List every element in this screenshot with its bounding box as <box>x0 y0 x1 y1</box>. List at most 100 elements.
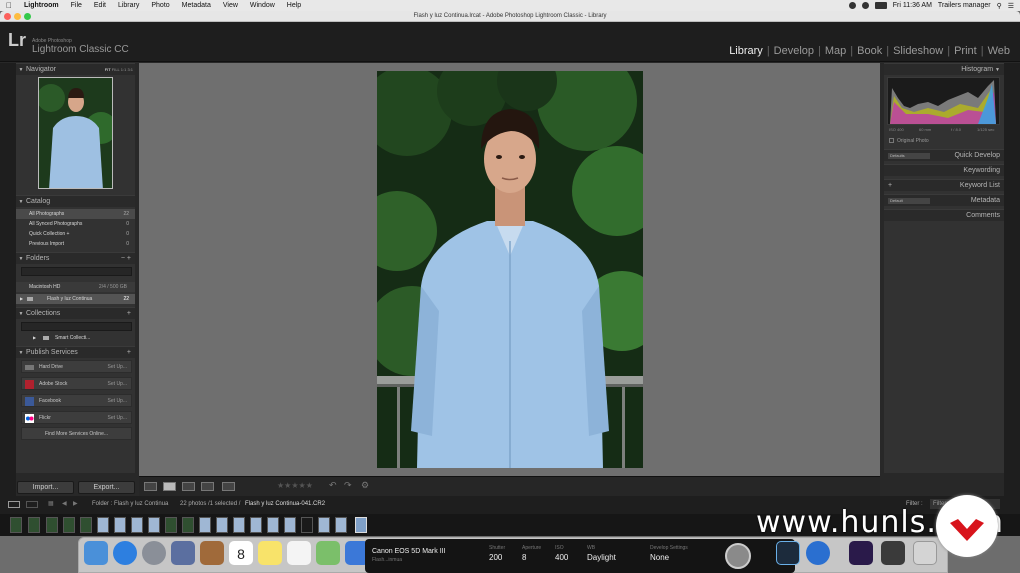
shutter-value[interactable]: 200 <box>489 553 505 562</box>
filmstrip-thumb[interactable] <box>216 517 228 533</box>
filmstrip-thumb[interactable] <box>114 517 126 533</box>
module-web[interactable]: Web <box>984 45 1014 57</box>
zoom-3-1[interactable]: 3:1 <box>127 67 133 72</box>
second-window-icon[interactable] <box>26 501 38 508</box>
loupe-view-icon[interactable] <box>163 482 176 491</box>
menu-app[interactable]: Lightroom <box>18 2 65 9</box>
service-facebook[interactable]: Facebook Set Up... <box>21 394 132 407</box>
notes-book-icon[interactable] <box>200 541 224 565</box>
folder-search-input[interactable] <box>21 267 132 276</box>
menu-metadata[interactable]: Metadata <box>176 2 217 9</box>
photo-booth-icon[interactable] <box>881 541 905 565</box>
navigator-preview[interactable] <box>38 77 113 189</box>
aperture-value[interactable]: 8 <box>522 553 541 562</box>
filmstrip-thumb[interactable] <box>131 517 143 533</box>
comments-header[interactable]: Comments <box>884 209 1004 221</box>
forward-icon[interactable]: ▶ <box>73 500 78 507</box>
filmstrip-source[interactable]: Folder : Flash y luz Continua <box>92 501 168 507</box>
filmstrip-thumb[interactable] <box>97 517 109 533</box>
service-hard-drive[interactable]: Hard Drive Set Up... <box>21 360 132 373</box>
grid-view-icon[interactable] <box>144 482 157 491</box>
find-more-services-button[interactable]: Find More Services Online... <box>21 427 132 440</box>
module-book[interactable]: Book <box>853 45 886 57</box>
preset-select[interactable]: Defaults <box>888 153 930 159</box>
maps-icon[interactable] <box>316 541 340 565</box>
wifi-icon[interactable] <box>861 2 869 9</box>
grid-icon[interactable]: ▦ <box>48 500 54 507</box>
service-adobe-stock[interactable]: Adobe Stock Set Up... <box>21 377 132 390</box>
menu-photo[interactable]: Photo <box>145 2 175 9</box>
battery-icon[interactable] <box>874 2 887 9</box>
import-button[interactable]: Import... <box>17 481 74 494</box>
wb-value[interactable]: Daylight <box>587 553 616 562</box>
stickies-icon[interactable] <box>258 541 282 565</box>
module-map[interactable]: Map <box>821 45 850 57</box>
keyword-list-header[interactable]: + Keyword List <box>884 179 1004 191</box>
main-window-icon[interactable] <box>8 501 20 508</box>
iso-value[interactable]: 400 <box>555 553 568 562</box>
collection-row[interactable]: ▶ Smart Collecti... <box>16 333 135 343</box>
keywording-header[interactable]: Keywording <box>884 164 1004 176</box>
module-library[interactable]: Library <box>725 45 767 57</box>
rotate-left-icon[interactable]: ↶ <box>329 480 337 491</box>
catalog-row[interactable]: All Synced Photographs 0 <box>16 219 135 229</box>
collections-header[interactable]: ▼ Collections + <box>16 307 135 319</box>
selected-filename[interactable]: Flash y luz Continua-041.CR2 <box>245 501 325 507</box>
zoom-fit[interactable]: FIT <box>105 67 111 72</box>
apple-icon[interactable]:  <box>0 1 18 10</box>
clock[interactable]: Fri 11:36 AM <box>893 2 932 9</box>
export-button[interactable]: Export... <box>78 481 135 494</box>
menu-window[interactable]: Window <box>244 2 281 9</box>
calendar-icon[interactable]: 8 <box>229 541 253 565</box>
disclosure-icon[interactable]: ▶ <box>33 333 36 343</box>
filmstrip-thumb[interactable] <box>10 517 22 533</box>
capture-button[interactable] <box>725 543 751 569</box>
original-photo-checkbox[interactable]: Original Photo <box>889 138 929 144</box>
add-folder-icon[interactable]: − + <box>121 253 131 265</box>
filmstrip-thumb[interactable] <box>250 517 262 533</box>
lightroom-dock-icon[interactable] <box>776 541 800 565</box>
module-slideshow[interactable]: Slideshow <box>889 45 947 57</box>
menu-list-icon[interactable]: ☰ <box>1008 2 1014 10</box>
minimize-icon[interactable] <box>14 13 21 20</box>
rotate-right-icon[interactable]: ↷ <box>344 480 352 491</box>
metadata-header[interactable]: Default Metadata <box>884 194 1004 206</box>
zoom-icon[interactable] <box>24 13 31 20</box>
zoom-fill[interactable]: FILL <box>112 67 120 72</box>
compare-view-icon[interactable] <box>182 482 195 491</box>
folder-row[interactable]: ▶ Flash y luz Continua 22 <box>16 294 135 304</box>
photo-app-icon[interactable] <box>171 541 195 565</box>
main-photo[interactable] <box>377 71 643 468</box>
filmstrip-thumb[interactable] <box>165 517 177 533</box>
filmstrip-thumb[interactable] <box>301 517 313 533</box>
navigator-header[interactable]: ▼ Navigator FIT FILL 1:1 3:1 <box>16 63 135 75</box>
folders-header[interactable]: ▼ Folders − + <box>16 252 135 264</box>
back-icon[interactable]: ◀ <box>62 500 67 507</box>
filmstrip-thumb[interactable] <box>284 517 296 533</box>
filmstrip-thumb[interactable] <box>80 517 92 533</box>
catalog-row[interactable]: Previous Import 0 <box>16 239 135 249</box>
publish-services-header[interactable]: ▼ Publish Services + <box>16 346 135 358</box>
quick-develop-header[interactable]: Defaults Quick Develop <box>884 149 1004 161</box>
service-flickr[interactable]: Flickr Set Up... <box>21 411 132 424</box>
finder-icon[interactable] <box>84 541 108 565</box>
collection-search-input[interactable] <box>21 322 132 331</box>
filmstrip-thumb[interactable] <box>318 517 330 533</box>
menu-edit[interactable]: Edit <box>88 2 112 9</box>
filmstrip-thumb[interactable] <box>233 517 245 533</box>
module-develop[interactable]: Develop <box>770 45 818 57</box>
left-panel-toggle[interactable] <box>0 63 16 496</box>
status-icon[interactable] <box>848 2 856 9</box>
loupe-view[interactable] <box>139 63 880 476</box>
filmstrip-thumb[interactable] <box>182 517 194 533</box>
filmstrip-thumb[interactable] <box>199 517 211 533</box>
filmstrip-thumb[interactable] <box>267 517 279 533</box>
info-overlay-icon[interactable]: ⚙ <box>361 480 369 491</box>
add-service-icon[interactable]: + <box>127 347 131 359</box>
disclosure-icon[interactable]: ▶ <box>20 294 23 304</box>
catalog-header[interactable]: ▼ Catalog <box>16 195 135 207</box>
add-collection-icon[interactable]: + <box>127 308 131 320</box>
add-keyword-icon[interactable]: + <box>888 180 892 192</box>
histogram-graph[interactable] <box>887 77 1000 125</box>
search-icon[interactable]: ⚲ <box>997 2 1002 10</box>
